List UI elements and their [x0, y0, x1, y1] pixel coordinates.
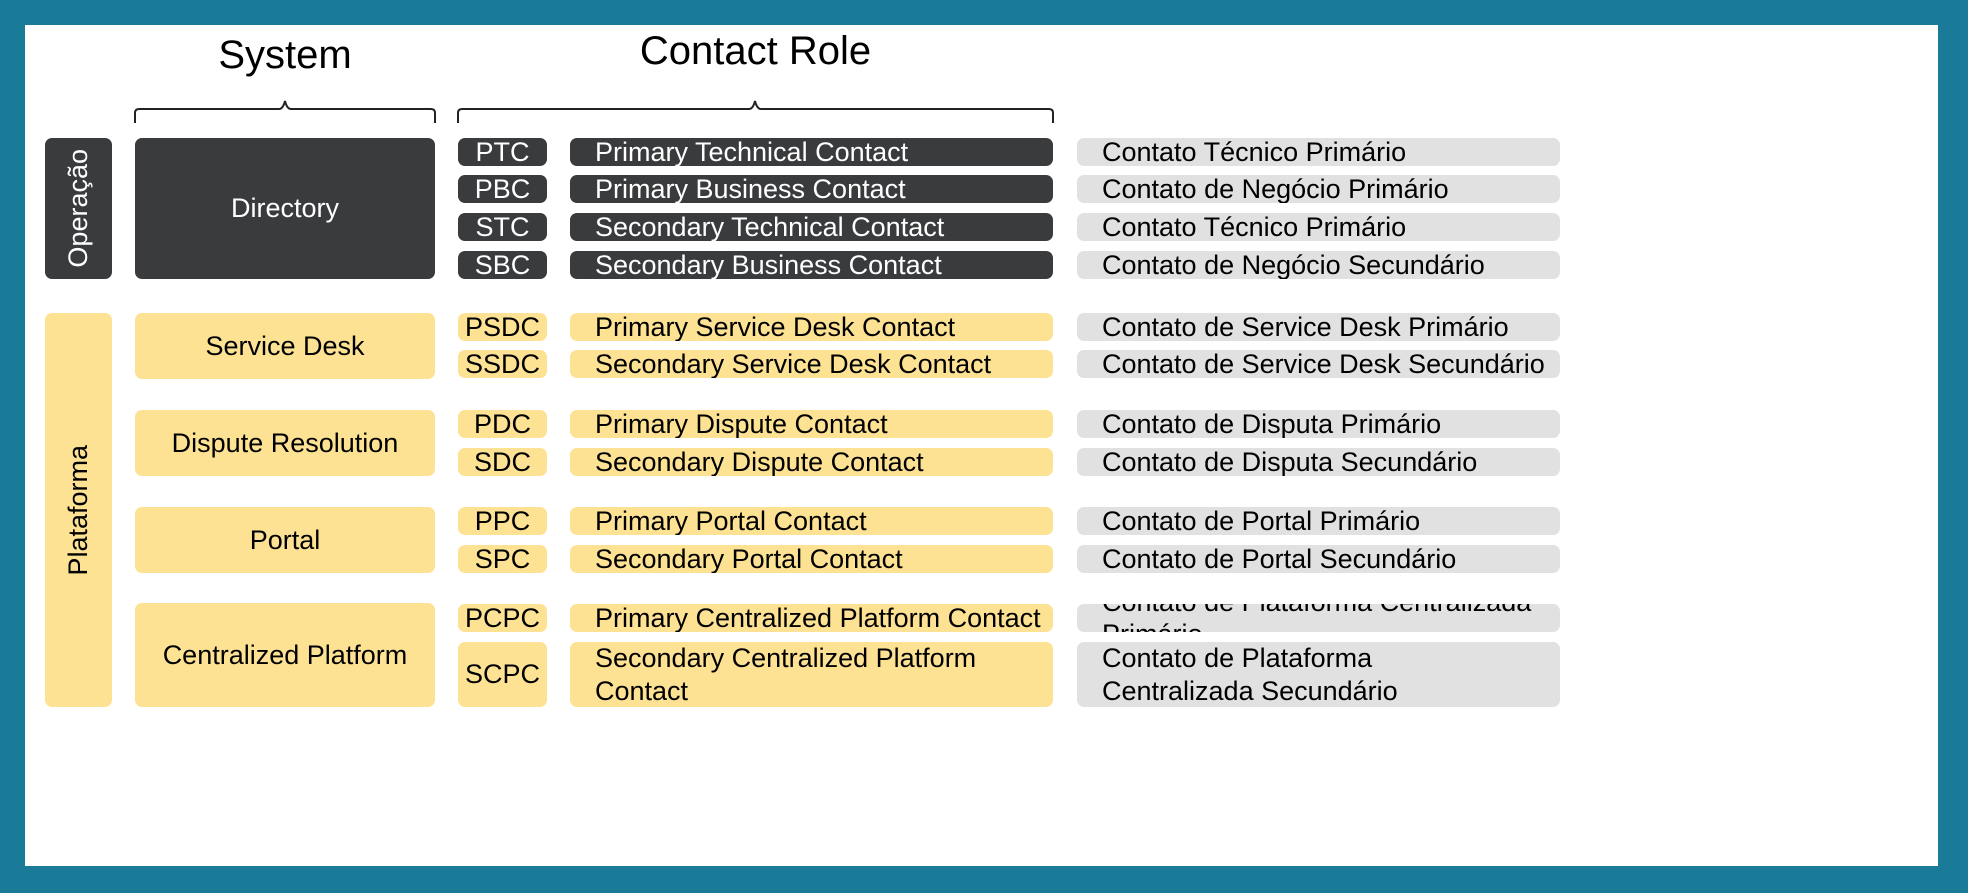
system-name: Directory — [230, 193, 339, 224]
role-name: Secondary Centralized Platform Contact — [570, 642, 1053, 707]
group-label-operacao: Operação — [45, 138, 112, 279]
role-code: PDC — [458, 410, 547, 438]
role-code: SDC — [458, 448, 547, 476]
role-name: Primary Technical Contact — [570, 138, 1053, 166]
role-name: Primary Centralized Platform Contact — [570, 604, 1053, 632]
role-code: SBC — [458, 251, 547, 279]
role-translation: Contato de Portal Primário — [1077, 507, 1560, 535]
system-box-service-desk: Service Desk — [135, 313, 435, 379]
contact-role-header: Contact Role — [639, 29, 872, 73]
role-code: STC — [458, 213, 547, 241]
role-translation: Contato de Plataforma Centralizada Primá… — [1077, 604, 1560, 632]
role-translation: Contato de Service Desk Primário — [1077, 313, 1560, 341]
group-label-text: Operação — [63, 149, 93, 268]
group-label-text: Plataforma — [63, 444, 93, 576]
role-translation: Contato de Service Desk Secundário — [1077, 350, 1560, 378]
role-code: PPC — [458, 507, 547, 535]
diagram-canvas: System Contact Role Operação Plataforma … — [25, 25, 1938, 866]
role-code: PCPC — [458, 604, 547, 632]
role-name: Secondary Dispute Contact — [570, 448, 1053, 476]
system-header: System — [218, 33, 352, 77]
role-translation: Contato de Negócio Primário — [1077, 175, 1560, 203]
role-translation: Contato de Plataforma Centralizada Secun… — [1077, 642, 1560, 707]
role-name: Primary Service Desk Contact — [570, 313, 1053, 341]
system-brace — [134, 100, 436, 123]
role-code: SSDC — [458, 350, 547, 378]
role-code: PTC — [458, 138, 547, 166]
contact-role-brace — [457, 100, 1054, 123]
system-box-portal: Portal — [135, 507, 435, 573]
diagram-frame: System Contact Role Operação Plataforma … — [0, 0, 1968, 893]
role-translation: Contato Técnico Primário — [1077, 138, 1560, 166]
system-name: Portal — [249, 524, 321, 555]
role-name: Secondary Service Desk Contact — [570, 350, 1053, 378]
role-translation: Contato de Negócio Secundário — [1077, 251, 1560, 279]
system-name: Service Desk — [205, 330, 365, 361]
role-translation: Contato Técnico Primário — [1077, 213, 1560, 241]
system-box-directory: Directory — [135, 138, 435, 279]
role-name: Secondary Technical Contact — [570, 213, 1053, 241]
role-name: Primary Business Contact — [570, 175, 1053, 203]
role-translation: Contato de Portal Secundário — [1077, 545, 1560, 573]
system-box-centralized-platform: Centralized Platform — [135, 603, 435, 707]
role-name: Primary Dispute Contact — [570, 410, 1053, 438]
role-name: Secondary Business Contact — [570, 251, 1053, 279]
group-label-plataforma: Plataforma — [45, 313, 112, 707]
system-name: Centralized Platform — [162, 639, 408, 670]
role-code: SCPC — [458, 642, 547, 707]
role-name: Primary Portal Contact — [570, 507, 1053, 535]
role-name: Secondary Portal Contact — [570, 545, 1053, 573]
role-code: PSDC — [458, 313, 547, 341]
role-translation: Contato de Disputa Secundário — [1077, 448, 1560, 476]
role-code: PBC — [458, 175, 547, 203]
role-translation: Contato de Disputa Primário — [1077, 410, 1560, 438]
role-code: SPC — [458, 545, 547, 573]
system-name: Dispute Resolution — [171, 427, 399, 458]
system-box-dispute-resolution: Dispute Resolution — [135, 410, 435, 476]
